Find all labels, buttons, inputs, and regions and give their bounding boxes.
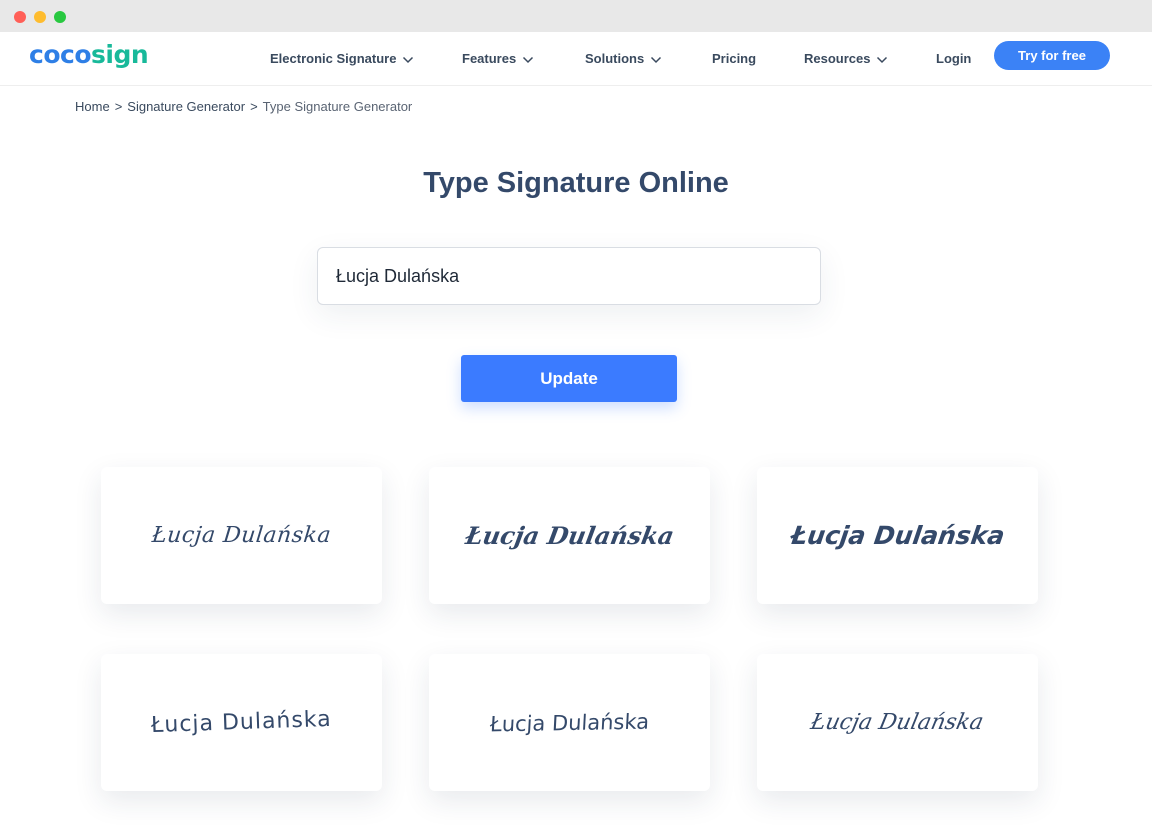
nav-solutions[interactable]: Solutions [585, 47, 662, 71]
breadcrumb-current-page: Type Signature Generator [262, 99, 413, 114]
signature-preview: Łucja Dulańska [808, 710, 987, 735]
nav-label: Electronic Signature [270, 51, 397, 66]
breadcrumb-home[interactable]: Home [75, 99, 110, 114]
nav-pricing[interactable]: Pricing [712, 47, 756, 71]
signature-preview: Łucja Dulańska [463, 521, 676, 550]
signature-preview: Łucja Dulańska [150, 706, 333, 739]
try-for-free-button[interactable]: Try for free [994, 41, 1110, 70]
breadcrumb-separator: > [250, 99, 258, 114]
nav-resources[interactable]: Resources [804, 47, 888, 71]
nav-label: Login [936, 51, 972, 66]
breadcrumb: Home > Signature Generator > Type Signature … [75, 99, 412, 115]
chevron-down-icon [877, 56, 888, 63]
signature-style-card-2[interactable]: Łucja Dulańska [429, 467, 710, 604]
signature-style-card-1[interactable]: Łucja Dulańska [101, 467, 382, 604]
chevron-down-icon [651, 56, 662, 63]
signature-style-card-3[interactable]: Łucja Dulańska [757, 467, 1038, 604]
site-header: cocosign Electronic Signature Features S… [0, 32, 1152, 86]
signature-style-card-4[interactable]: Łucja Dulańska [101, 654, 382, 791]
signature-preview: Łucja Dulańska [489, 709, 650, 736]
nav-electronic-signature[interactable]: Electronic Signature [270, 47, 414, 71]
nav-features[interactable]: Features [462, 47, 534, 71]
page-title: Type Signature Online [423, 167, 729, 199]
nav-login[interactable]: Login [936, 47, 971, 71]
title-bar [0, 0, 1152, 32]
signature-name-input[interactable] [317, 247, 821, 305]
nav-label: Resources [804, 51, 871, 66]
update-button[interactable]: Update [461, 355, 677, 402]
breadcrumb-separator: > [114, 99, 123, 114]
nav-label: Features [462, 51, 517, 66]
close-window-button[interactable] [14, 11, 26, 23]
logo-text-sign: sign [91, 40, 149, 69]
nav-label: Solutions [585, 51, 645, 66]
signature-preview: Łucja Dulańska [788, 521, 1007, 550]
signature-preview: Łucja Dulańska [150, 523, 333, 548]
chevron-down-icon [403, 56, 414, 63]
maximize-window-button[interactable] [54, 11, 66, 23]
breadcrumb-signature-generator[interactable]: Signature Generator [127, 99, 245, 114]
minimize-window-button[interactable] [34, 11, 46, 23]
chevron-down-icon [523, 56, 534, 63]
signature-style-card-6[interactable]: Łucja Dulańska [757, 654, 1038, 791]
nav-label: Pricing [712, 51, 757, 66]
cocosign-logo[interactable]: cocosign [29, 40, 149, 70]
signature-style-card-5[interactable]: Łucja Dulańska [429, 654, 710, 791]
browser-window: cocosign Electronic Signature Features S… [0, 0, 1152, 830]
logo-text-coco: coco [29, 40, 92, 69]
